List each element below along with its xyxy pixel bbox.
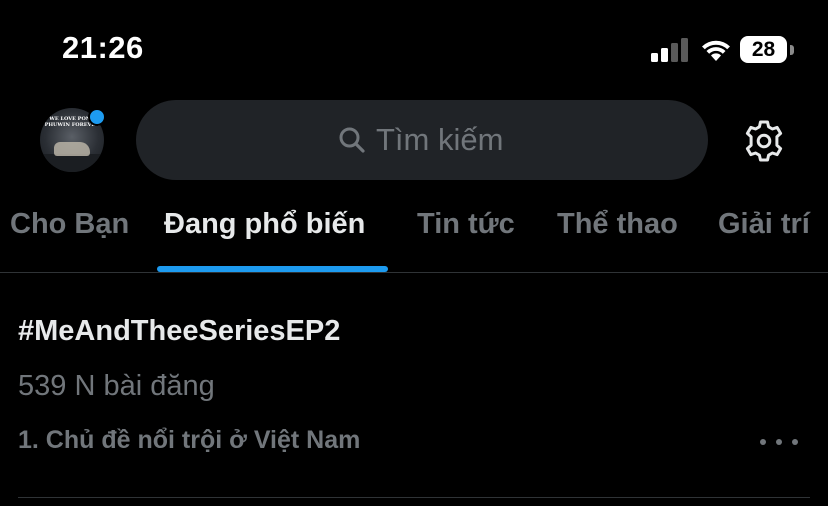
status-bar: 21:26 28: [0, 0, 828, 90]
avatar-figure: [54, 142, 90, 156]
search-bar[interactable]: Tìm kiếm: [136, 100, 708, 180]
trend-item[interactable]: #MeAndTheeSeriesEP2 539 N bài đăng 1. Ch…: [0, 273, 828, 499]
search-placeholder: Tìm kiếm: [376, 122, 504, 157]
gear-icon[interactable]: [742, 119, 786, 163]
cellular-signal-icon: [651, 38, 688, 62]
avatar-ground: [40, 154, 104, 172]
trend-title[interactable]: #MeAndTheeSeriesEP2: [18, 315, 340, 348]
battery-level: 28: [751, 38, 776, 61]
tab-for-you[interactable]: Cho Bạn: [10, 208, 129, 241]
tab-sports[interactable]: Thể thao: [557, 208, 678, 241]
tab-news[interactable]: Tin tức: [417, 208, 515, 241]
notification-dot: [88, 108, 106, 126]
tab-trending[interactable]: Đang phổ biến: [164, 208, 365, 241]
tab-bar: Cho Bạn Đang phổ biến Tin tức Thể thao G…: [0, 196, 828, 272]
trend-divider: [18, 497, 810, 498]
search-inner: Tìm kiếm: [338, 100, 503, 180]
wifi-icon: [702, 40, 730, 61]
search-icon: [339, 127, 365, 153]
more-dot: [776, 439, 782, 445]
more-dot: [792, 439, 798, 445]
trend-post-count: 539 N bài đăng: [18, 370, 215, 402]
trend-context: 1. Chủ đề nổi trội ở Việt Nam: [18, 426, 361, 454]
more-dots-icon[interactable]: [760, 435, 798, 449]
battery-cap: [790, 45, 794, 55]
tab-entertainment[interactable]: Giải trí: [718, 208, 810, 241]
more-dot: [760, 439, 766, 445]
status-time: 21:26: [62, 30, 144, 65]
battery-icon: 28: [740, 36, 794, 64]
